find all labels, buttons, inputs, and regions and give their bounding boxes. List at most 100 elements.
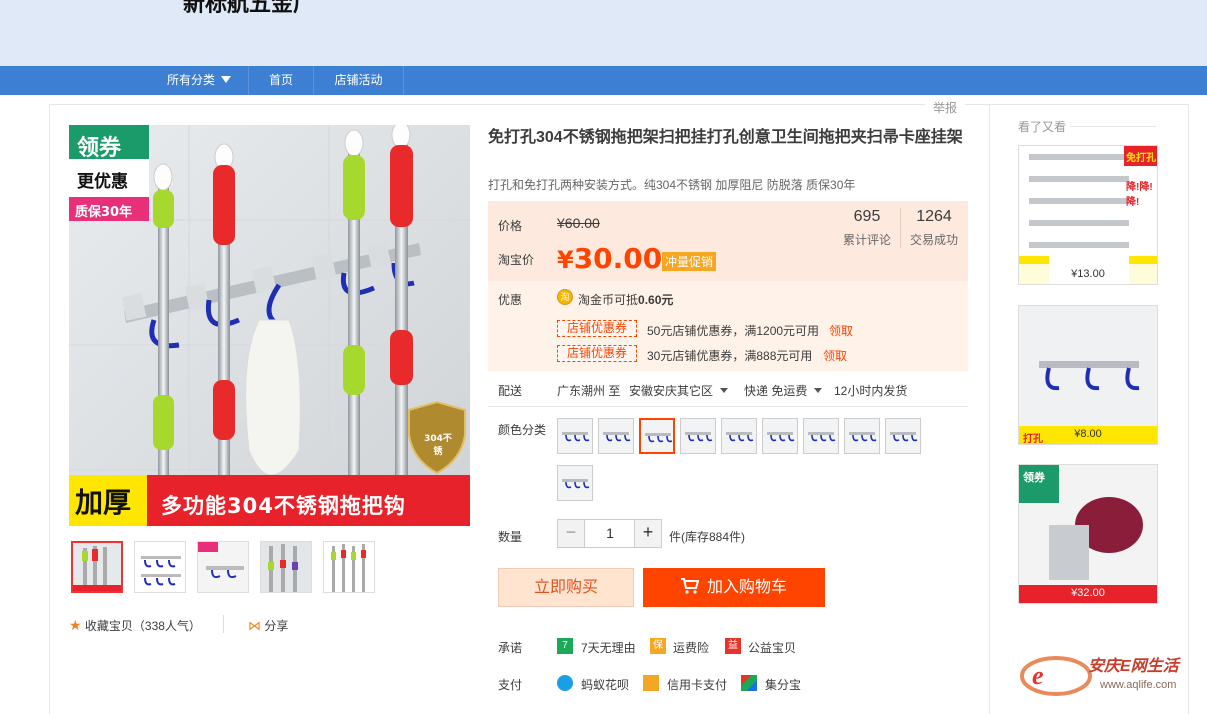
charity-icon: 益 [725, 638, 741, 654]
color-swatch-9[interactable] [885, 418, 921, 454]
product-subtitle: 打孔和免打孔两种安装方式。纯304不锈钢 加厚阻尼 防脱落 质保30年 [488, 178, 856, 192]
shipping-value: 快递 免运费 [744, 384, 808, 398]
color-swatch-7[interactable] [803, 418, 839, 454]
thumbnail-4[interactable] [260, 541, 312, 593]
thumbnail-2[interactable] [134, 541, 186, 593]
caret-down-icon [720, 388, 729, 393]
color-swatch-3[interactable] [639, 418, 675, 454]
watermark-text: 安庆E网生活 [1088, 658, 1179, 675]
color-swatch-8[interactable] [844, 418, 880, 454]
stock-text: 件(库存884件) [669, 530, 746, 544]
favorite-button[interactable]: ★ 收藏宝贝（338人气） [69, 617, 201, 634]
delivery-label: 配送 [498, 384, 523, 398]
taojinbi-icon: 淘 [557, 289, 573, 305]
thumbnail-1[interactable] [71, 541, 123, 593]
caret-down-icon [814, 388, 823, 393]
payment-item[interactable]: 蚂蚁花呗 [581, 676, 629, 693]
nav-activity[interactable]: 店铺活动 [314, 66, 404, 95]
shop-name[interactable]: 新标航五金厂 [183, 0, 315, 18]
shop-nav: 所有分类 首页 店铺活动 [0, 66, 1207, 95]
shipping-select[interactable]: 快递 免运费 [744, 382, 823, 399]
badge-warranty: 质保30年 [75, 205, 133, 220]
huabei-icon [557, 675, 573, 691]
share-icon: ⋈ [248, 618, 261, 633]
nav-all-categories-label: 所有分类 [166, 73, 215, 87]
current-price: ¥30.00 [557, 242, 662, 275]
shipping-insurance-icon: 保 [650, 638, 666, 654]
swatch-image [681, 419, 715, 453]
shield-label: 304不锈 [424, 434, 452, 457]
watermark-url: www.aqlife.com [1100, 679, 1177, 691]
share-button[interactable]: ⋈ 分享 [248, 617, 288, 634]
quantity-increase-button[interactable]: + [634, 519, 662, 548]
seven-day-return-icon: 7 [557, 638, 573, 654]
promise-item[interactable]: 公益宝贝 [748, 639, 796, 656]
offers-label: 优惠 [498, 293, 523, 307]
jifenbao-icon [741, 675, 757, 691]
sidebar-title: 看了又看 [1018, 120, 1067, 134]
report-link[interactable]: 举报 [925, 99, 966, 116]
sales-label: 交易成功 [909, 233, 958, 247]
swatch-image [804, 419, 838, 453]
payment-label: 支付 [498, 678, 523, 692]
watermark: e 安庆E网生活 www.aqlife.com [1016, 646, 1206, 698]
ship-from: 广东潮州 至 [557, 384, 621, 398]
recommend-item[interactable]: 免打孔 降!降!降! ¥13.00 [1018, 145, 1158, 285]
swatch-image [599, 419, 633, 453]
thumb-graphic [198, 542, 248, 592]
quantity-input[interactable]: 1 [585, 519, 635, 548]
color-swatch-2[interactable] [598, 418, 634, 454]
recommend-price: ¥13.00 [1019, 264, 1157, 284]
color-swatch-10[interactable] [557, 465, 593, 501]
swatch-image [845, 419, 879, 453]
recommend-price: ¥8.00 [1074, 428, 1102, 440]
payment-item[interactable]: 集分宝 [765, 676, 801, 693]
thumbnail-3[interactable] [197, 541, 249, 593]
original-price: ¥60.00 [557, 215, 600, 231]
recommend-item[interactable]: 打孔 ¥8.00 [1018, 305, 1158, 445]
promise-label: 承诺 [498, 641, 523, 655]
claim-coupon-link[interactable]: 领取 [829, 322, 853, 339]
reviews-label[interactable]: 累计评论 [837, 231, 897, 248]
banner-multifunction: 多功能304不锈钢拖把钩 [161, 494, 406, 518]
thumbnail-5[interactable] [323, 541, 375, 593]
promise-item[interactable]: 运费险 [673, 639, 709, 656]
dispatch-time: 12小时内发货 [834, 384, 908, 398]
badge-better-deal: 更优惠 [77, 172, 128, 192]
add-to-cart-label: 加入购物车 [706, 579, 787, 596]
recommend-sub-badge: 降!降!降! [1126, 182, 1153, 208]
divider [488, 406, 968, 407]
color-swatch-6[interactable] [762, 418, 798, 454]
share-label: 分享 [264, 619, 289, 633]
coupon-desc: 50元店铺优惠券，满1200元可用 [647, 324, 820, 338]
main-product-image[interactable]: 领券 更优惠 质保30年 加厚 多功能304不锈钢拖把钩 304不锈 [69, 125, 470, 526]
reviews-count[interactable]: 695 [837, 208, 897, 226]
color-swatch-5[interactable] [721, 418, 757, 454]
swatch-image [763, 419, 797, 453]
payment-item[interactable]: 信用卡支付 [667, 676, 727, 693]
quantity-label: 数量 [498, 530, 523, 544]
swatch-image [558, 466, 592, 500]
ship-to-select[interactable]: 安徽安庆其它区 [629, 382, 729, 399]
promo-tag: 冲量促销 [662, 252, 717, 271]
color-swatch-1[interactable] [557, 418, 593, 454]
quantity-decrease-button[interactable]: − [557, 519, 585, 548]
coupon-desc: 30元店铺优惠券，满888元可用 [647, 349, 813, 363]
caret-down-icon [221, 76, 231, 83]
badge-coupon: 领券 [77, 136, 122, 161]
swatch-image [641, 420, 673, 452]
thumb-graphic [73, 543, 121, 591]
coupon-tag: 店铺优惠券 [557, 320, 637, 337]
claim-coupon-link[interactable]: 领取 [823, 347, 847, 364]
product-title: 免打孔304不锈钢拖把架扫把挂打孔创意卫生间拖把夹扫帚卡座挂架 [488, 129, 963, 146]
banner-thick: 加厚 [75, 486, 132, 519]
divider [900, 208, 901, 248]
color-label: 颜色分类 [498, 423, 547, 437]
color-swatch-4[interactable] [680, 418, 716, 454]
recommend-item[interactable]: 领券 ¥32.00 [1018, 464, 1158, 604]
nav-home[interactable]: 首页 [249, 66, 314, 95]
promise-item[interactable]: 7天无理由 [581, 639, 636, 656]
add-to-cart-button[interactable]: 加入购物车 [643, 568, 825, 607]
buy-now-button[interactable]: 立即购买 [498, 568, 634, 607]
nav-all-categories[interactable]: 所有分类 [150, 66, 249, 95]
